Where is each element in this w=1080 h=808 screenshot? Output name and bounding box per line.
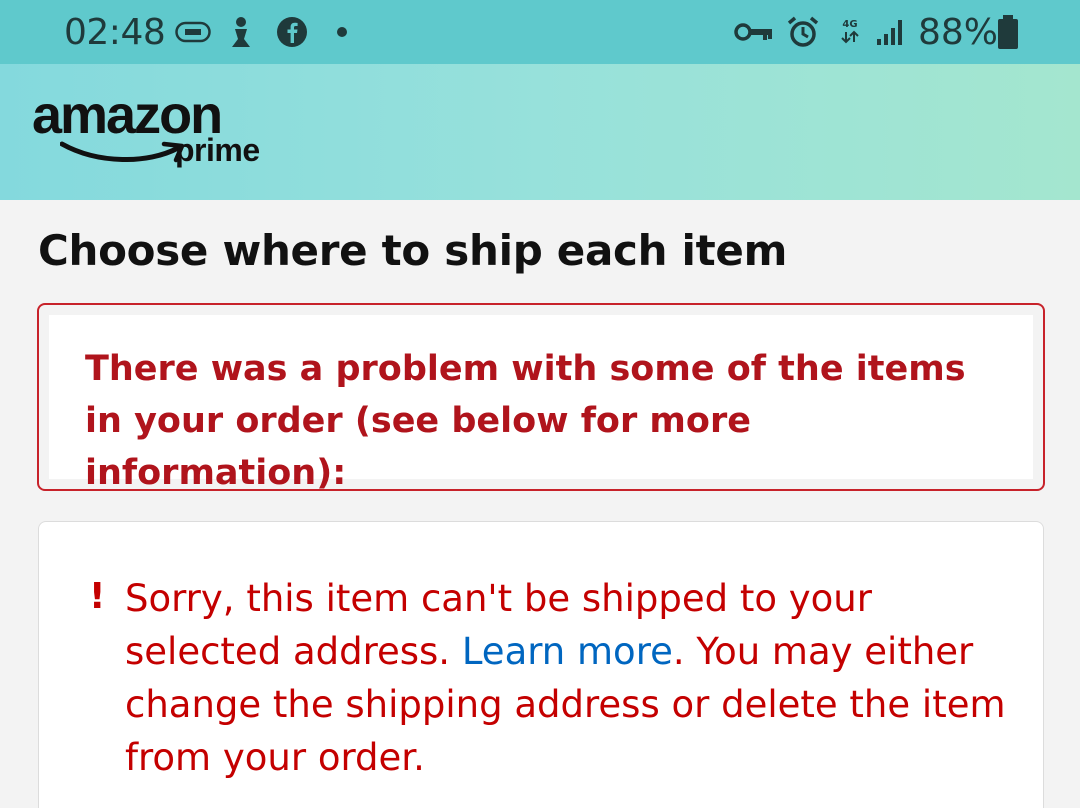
alarm-icon	[786, 14, 820, 50]
4g-lte-icon: 4G	[836, 14, 864, 50]
smile-arrow-icon	[60, 141, 185, 163]
battery-icon	[996, 14, 1020, 50]
item-error-message: Sorry, this item can't be shipped to you…	[125, 572, 1015, 784]
alert-message: There was a problem with some of the ite…	[85, 349, 966, 493]
vpn-tag-icon	[175, 14, 211, 50]
dot-icon	[336, 14, 348, 50]
signal-icon	[876, 14, 906, 50]
warning-icon: !	[89, 576, 106, 617]
status-bar: 02:48 4G 88%	[0, 0, 1080, 64]
amazon-prime-logo[interactable]: amazon prime	[32, 85, 292, 180]
learn-more-link[interactable]: Learn more	[462, 630, 673, 673]
facebook-icon	[276, 14, 308, 50]
battery-percentage: 88%	[918, 12, 999, 53]
chess-icon	[227, 14, 255, 50]
page-title: Choose where to ship each item	[38, 226, 788, 275]
item-card: ! Sorry, this item can't be shipped to y…	[38, 521, 1044, 808]
error-alert-box: There was a problem with some of the ite…	[37, 303, 1045, 493]
key-icon	[734, 14, 774, 50]
app-header: amazon prime	[0, 64, 1080, 200]
logo-prime: prime	[175, 132, 260, 168]
clock: 02:48	[64, 12, 166, 53]
